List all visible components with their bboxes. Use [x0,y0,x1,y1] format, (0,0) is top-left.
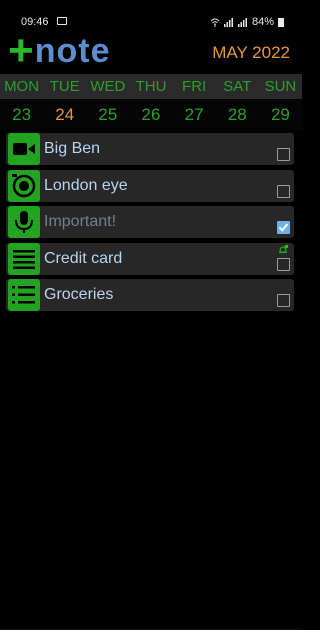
text-note-icon [8,242,40,275]
weekday-tue: TUE [49,78,80,95]
message-icon [57,17,67,25]
note-item-credit-card[interactable]: Credit card [6,242,294,275]
signal-icon [223,17,233,27]
note-title: Groceries [44,286,114,303]
checklist-icon [8,279,40,311]
alarm-bell-icon [279,244,289,253]
note-checkbox[interactable] [277,148,290,161]
day-27[interactable]: 27 [173,100,216,130]
note-title: London eye [44,176,128,194]
note-item-groceries[interactable]: Groceries [6,279,294,311]
month-year[interactable]: MAY 2022 [212,43,290,63]
logo-plus: + [8,26,34,75]
app-logo[interactable]: + note [8,26,111,75]
battery-percent: 84% [251,16,274,28]
note-title: Important! [44,213,117,230]
note-item-london-eye[interactable]: London eye [6,169,294,202]
weekday-mon: MON [4,78,40,95]
wifi-icon [210,18,220,27]
note-title: Big Ben [44,140,101,157]
photo-camera-icon [8,169,40,202]
weekday-thu: THU [135,78,167,95]
note-checkbox[interactable] [277,184,290,198]
note-item-important[interactable]: Important! [6,206,294,238]
battery-icon [278,17,284,27]
status-bar: 09:46 84% [0,0,302,30]
app-header: + note MAY 2022 [0,26,302,75]
note-title: Credit card [44,249,123,267]
weekday-sun: SUN [264,78,297,95]
day-29[interactable]: 29 [259,100,302,130]
weekday-wed: WED [90,78,126,95]
microphone-icon [8,206,40,238]
video-camera-icon [8,133,40,165]
day-26[interactable]: 26 [129,100,172,130]
note-item-big-ben[interactable]: Big Ben [6,133,294,165]
note-checkbox-checked[interactable] [277,221,290,234]
note-checkbox[interactable] [277,257,290,271]
weekday-header: MON TUE WED THU FRI SAT SUN [0,74,302,99]
day-23[interactable]: 23 [0,100,43,130]
day-28[interactable]: 28 [216,100,259,130]
day-24-today[interactable]: 24 [43,100,86,130]
status-indicators: 84% [210,16,284,28]
note-checkbox[interactable] [277,294,290,307]
signal-icon-2 [237,17,247,27]
week-days: 23 24 25 26 27 28 29 [0,100,302,130]
day-25[interactable]: 25 [86,100,129,130]
weekday-fri: FRI [182,78,207,95]
logo-text: note [34,32,111,70]
weekday-sat: SAT [223,78,252,95]
notes-list: Big Ben London eye Important! Credit car… [6,133,294,316]
